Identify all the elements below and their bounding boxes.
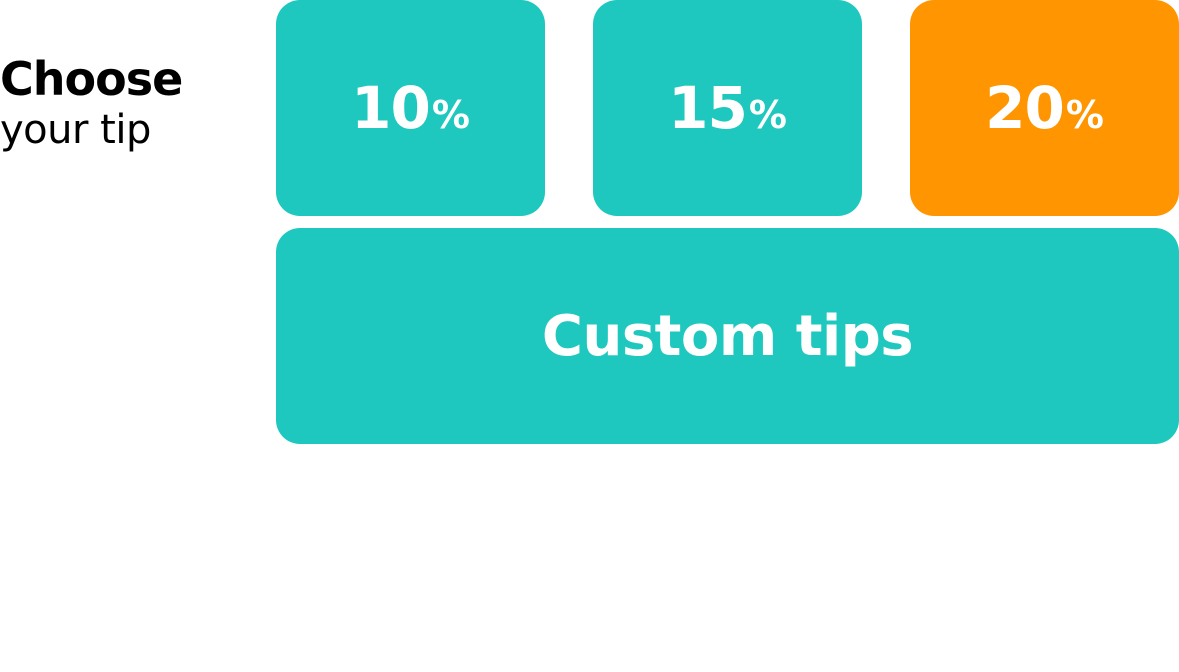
percent-sign: % — [431, 93, 470, 137]
tip-20-button[interactable]: 20% — [910, 0, 1179, 216]
custom-tips-button[interactable]: Custom tips — [276, 228, 1179, 444]
percent-sign: % — [748, 93, 787, 137]
percent-sign: % — [1065, 93, 1104, 137]
tip-10-button[interactable]: 10% — [276, 0, 545, 216]
heading-subtitle: your tip — [0, 107, 151, 153]
tip-value: 10 — [351, 74, 431, 142]
tip-15-button[interactable]: 15% — [593, 0, 862, 216]
tip-value: 20 — [985, 74, 1065, 142]
tip-heading: Choose your tip — [0, 50, 183, 153]
heading-title: Choose — [0, 52, 183, 106]
tip-value: 15 — [668, 74, 748, 142]
